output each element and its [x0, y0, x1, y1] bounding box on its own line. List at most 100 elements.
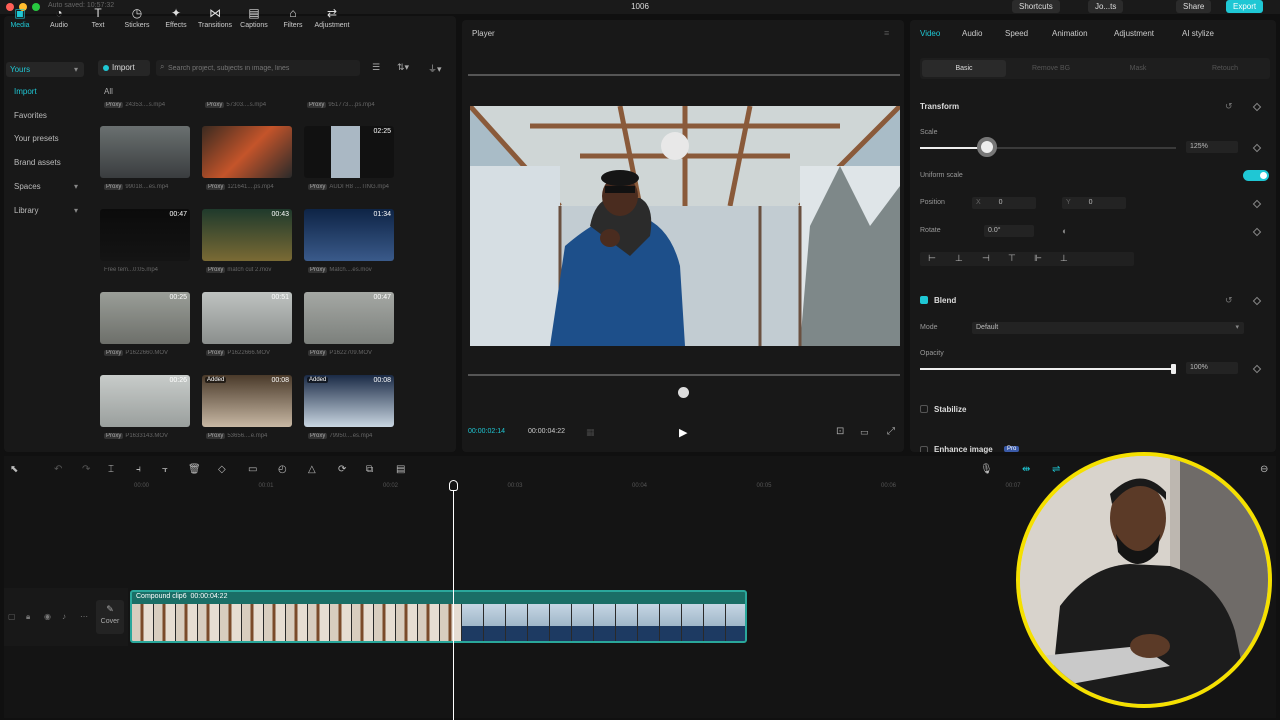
- play-icon[interactable]: ▶: [679, 426, 687, 439]
- list-view-icon[interactable]: ☰: [372, 62, 380, 73]
- media-thumbnail[interactable]: 00:43: [202, 209, 292, 261]
- mute-icon[interactable]: ♪: [62, 612, 66, 621]
- microphone-icon[interactable]: 🎙︎: [980, 464, 993, 475]
- subtab-retouch[interactable]: Retouch: [1183, 60, 1267, 77]
- speed-icon[interactable]: ◴: [278, 464, 287, 475]
- subtab-basic[interactable]: Basic: [922, 60, 1006, 77]
- media-search-input[interactable]: [156, 60, 360, 76]
- opacity-value-field[interactable]: 100%: [1186, 362, 1238, 374]
- media-thumbnail[interactable]: [100, 126, 190, 178]
- filter-icon[interactable]: ⏚▾: [428, 62, 442, 75]
- tab-audio[interactable]: Audio: [962, 29, 982, 38]
- timeline-clip[interactable]: Compound clip6 00:00:04:22: [130, 590, 747, 643]
- marker-icon[interactable]: ◇: [218, 464, 226, 475]
- magnet-icon[interactable]: ⇌: [1052, 464, 1060, 475]
- align-right-icon[interactable]: ⊣: [982, 253, 990, 264]
- media-thumbnail[interactable]: 00:26: [100, 375, 190, 427]
- user-button[interactable]: Jo...ts: [1088, 0, 1124, 13]
- scale-slider-handle[interactable]: [976, 137, 997, 157]
- timecode-grid-icon[interactable]: ▦: [586, 427, 595, 438]
- align-bottom-icon[interactable]: ⊥: [1060, 253, 1068, 264]
- track-lock-icon[interactable]: ▢: [8, 612, 16, 621]
- tool-text[interactable]: T Text: [78, 6, 118, 29]
- tool-effects[interactable]: ✦ Effects: [156, 6, 196, 29]
- tab-speed[interactable]: Speed: [1005, 29, 1028, 38]
- playhead[interactable]: [453, 484, 454, 720]
- align-middle-icon[interactable]: ⊩: [1034, 253, 1042, 264]
- opacity-slider[interactable]: [920, 368, 1176, 370]
- media-thumbnail[interactable]: 02:25: [304, 126, 394, 178]
- reset-icon[interactable]: ↺: [1225, 101, 1233, 112]
- tool-filters[interactable]: ⌂ Filters: [273, 6, 313, 29]
- playhead-handle[interactable]: [449, 480, 458, 491]
- import-button[interactable]: Import: [98, 60, 150, 76]
- redo-icon[interactable]: ↷: [82, 464, 90, 475]
- split-icon[interactable]: ⌶: [108, 464, 114, 475]
- media-thumbnail[interactable]: 00:25: [100, 292, 190, 344]
- media-thumbnail[interactable]: Added 00:08: [202, 375, 292, 427]
- snapshot-icon[interactable]: ⊡: [836, 426, 844, 437]
- position-x-field[interactable]: X0: [972, 197, 1036, 209]
- sidebar-item-brand-assets[interactable]: Brand assets: [14, 158, 84, 167]
- tab-ai-stylize[interactable]: AI stylize: [1182, 29, 1214, 38]
- ai-icon[interactable]: ▤: [396, 464, 405, 475]
- export-button[interactable]: Export: [1226, 0, 1264, 13]
- rotate-field[interactable]: 0.0°: [984, 225, 1034, 237]
- eye-icon[interactable]: ◉: [44, 612, 51, 621]
- rotate-icon[interactable]: ⟳: [338, 464, 346, 475]
- crop-icon[interactable]: ▭: [248, 464, 257, 475]
- uniform-scale-toggle[interactable]: [1243, 170, 1269, 181]
- media-thumbnail[interactable]: 01:34: [304, 209, 394, 261]
- align-center-icon[interactable]: ⊥: [955, 253, 963, 264]
- blend-checkbox[interactable]: [920, 296, 928, 304]
- tool-adjustment[interactable]: ⇄ Adjustment: [312, 6, 352, 29]
- rotate-dial-icon[interactable]: ◐: [1062, 226, 1067, 236]
- tool-media[interactable]: ▣ Media: [0, 6, 40, 29]
- sidebar-item-yours[interactable]: Yours ▾: [6, 62, 84, 77]
- tool-audio[interactable]: ◔ Audio: [39, 6, 79, 29]
- delete-icon[interactable]: 🗑︎: [188, 464, 201, 475]
- media-thumbnail[interactable]: 00:47: [304, 292, 394, 344]
- subtab-remove-bg[interactable]: Remove BG: [1009, 60, 1093, 77]
- tool-stickers[interactable]: ◷ Stickers: [117, 6, 157, 29]
- tool-transitions[interactable]: ⋈ Transitions: [195, 6, 235, 29]
- select-icon[interactable]: ⬉: [10, 464, 18, 475]
- media-thumbnail[interactable]: 00:51: [202, 292, 292, 344]
- position-y-field[interactable]: Y0: [1062, 197, 1126, 209]
- enhance-checkbox[interactable]: [920, 446, 928, 452]
- lock-icon[interactable]: 🔒︎: [26, 612, 30, 622]
- zoom-fit-icon[interactable]: ⊖: [1260, 464, 1268, 475]
- split-left-icon[interactable]: ⫞: [136, 464, 141, 475]
- split-right-icon[interactable]: ⫟: [162, 464, 168, 475]
- tool-captions[interactable]: ▤ Captions: [234, 6, 274, 29]
- frame-icon[interactable]: ⧉: [366, 464, 373, 475]
- shortcuts-button[interactable]: Shortcuts: [1012, 0, 1060, 13]
- media-thumbnail[interactable]: [202, 126, 292, 178]
- sidebar-item-import[interactable]: Import: [14, 87, 84, 96]
- menu-icon[interactable]: ≡: [884, 28, 889, 38]
- scale-slider[interactable]: [920, 147, 1176, 149]
- ratio-icon[interactable]: ▭: [860, 427, 869, 438]
- media-thumbnail[interactable]: Added 00:08: [304, 375, 394, 427]
- mode-select[interactable]: Default ▾: [972, 322, 1244, 334]
- tab-adjustment[interactable]: Adjustment: [1114, 29, 1154, 38]
- opacity-slider-handle[interactable]: [1171, 364, 1176, 374]
- sort-icon[interactable]: ⇅▾: [397, 62, 409, 73]
- fullscreen-icon[interactable]: ⤢: [887, 426, 895, 437]
- more-icon[interactable]: ⋯: [80, 612, 88, 621]
- tab-animation[interactable]: Animation: [1052, 29, 1088, 38]
- link-icon[interactable]: ⇹: [1022, 464, 1030, 475]
- align-left-icon[interactable]: ⊢: [928, 253, 936, 264]
- sidebar-item-spaces[interactable]: Spaces ▾: [14, 182, 84, 191]
- cover-button[interactable]: ✎ Cover: [96, 600, 124, 634]
- sidebar-item-favorites[interactable]: Favorites: [14, 111, 84, 120]
- mirror-icon[interactable]: △: [308, 464, 316, 475]
- align-top-icon[interactable]: ⊤: [1008, 253, 1016, 264]
- media-thumbnail[interactable]: 00:47: [100, 209, 190, 261]
- share-button[interactable]: Share: [1176, 0, 1212, 13]
- scale-value-field[interactable]: 125%: [1186, 141, 1238, 153]
- video-preview[interactable]: [470, 106, 900, 346]
- stabilize-checkbox[interactable]: [920, 405, 928, 413]
- subtab-mask[interactable]: Mask: [1096, 60, 1180, 77]
- blend-reset-icon[interactable]: ↺: [1225, 295, 1233, 306]
